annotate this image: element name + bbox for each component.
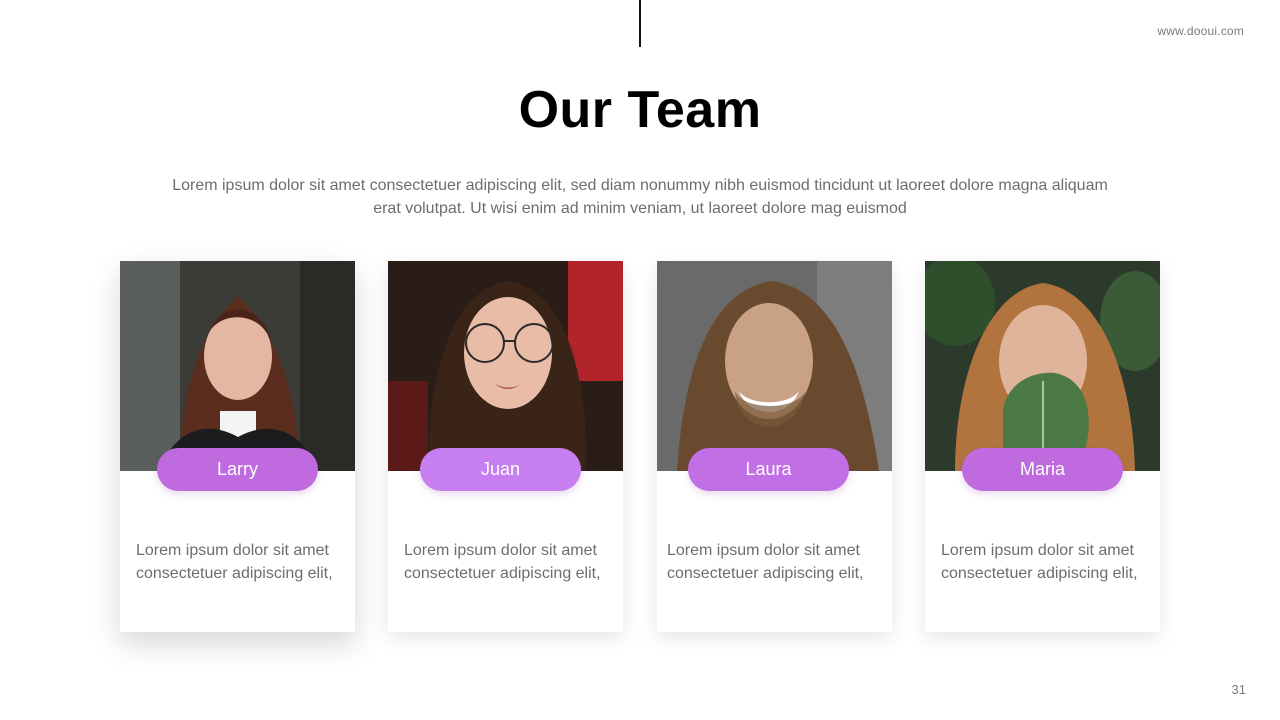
portrait-image <box>925 261 1160 471</box>
portrait-image <box>388 261 623 471</box>
description-line: consectetuer adipiscing elit, <box>667 565 864 582</box>
team-photo-larry <box>120 261 355 471</box>
team-photo-maria <box>925 261 1160 471</box>
description-line: consectetuer adipiscing elit, <box>941 565 1138 582</box>
member-description: Lorem ipsum dolor sit amet consectetuer … <box>136 539 340 585</box>
description-line: Lorem ipsum dolor sit amet <box>404 542 597 559</box>
team-card-juan: Juan Lorem ipsum dolor sit amet consecte… <box>388 261 623 632</box>
name-pill-juan: Juan <box>420 448 581 491</box>
name-pill-maria: Maria <box>962 448 1123 491</box>
portrait-image <box>120 261 355 471</box>
team-photo-juan <box>388 261 623 471</box>
member-description: Lorem ipsum dolor sit amet consectetuer … <box>941 539 1145 585</box>
team-card-laura: Laura Lorem ipsum dolor sit amet consect… <box>657 261 892 632</box>
intro-paragraph: Lorem ipsum dolor sit amet consectetuer … <box>150 174 1130 220</box>
description-line: consectetuer adipiscing elit, <box>136 565 333 582</box>
name-pill-laura: Laura <box>688 448 849 491</box>
intro-line: erat volutpat. Ut wisi enim ad minim ven… <box>373 200 907 217</box>
name-pill-larry: Larry <box>157 448 318 491</box>
top-divider-line <box>639 0 641 47</box>
team-card-larry: Larry Lorem ipsum dolor sit amet consect… <box>120 261 355 632</box>
team-cards: Larry Lorem ipsum dolor sit amet consect… <box>120 261 1160 632</box>
intro-line: Lorem ipsum dolor sit amet consectetuer … <box>172 177 1108 194</box>
member-description: Lorem ipsum dolor sit amet consectetuer … <box>667 539 873 585</box>
portrait-image <box>657 261 892 471</box>
page-number: 31 <box>1231 682 1246 697</box>
description-line: Lorem ipsum dolor sit amet <box>667 542 860 559</box>
description-line: Lorem ipsum dolor sit amet <box>136 542 329 559</box>
description-line: consectetuer adipiscing elit, <box>404 565 601 582</box>
team-card-maria: Maria Lorem ipsum dolor sit amet consect… <box>925 261 1160 632</box>
member-description: Lorem ipsum dolor sit amet consectetuer … <box>404 539 608 585</box>
description-line: Lorem ipsum dolor sit amet <box>941 542 1134 559</box>
page-title: Our Team <box>518 81 762 139</box>
site-url: www.dooui.com <box>1157 24 1244 38</box>
team-photo-laura <box>657 261 892 471</box>
